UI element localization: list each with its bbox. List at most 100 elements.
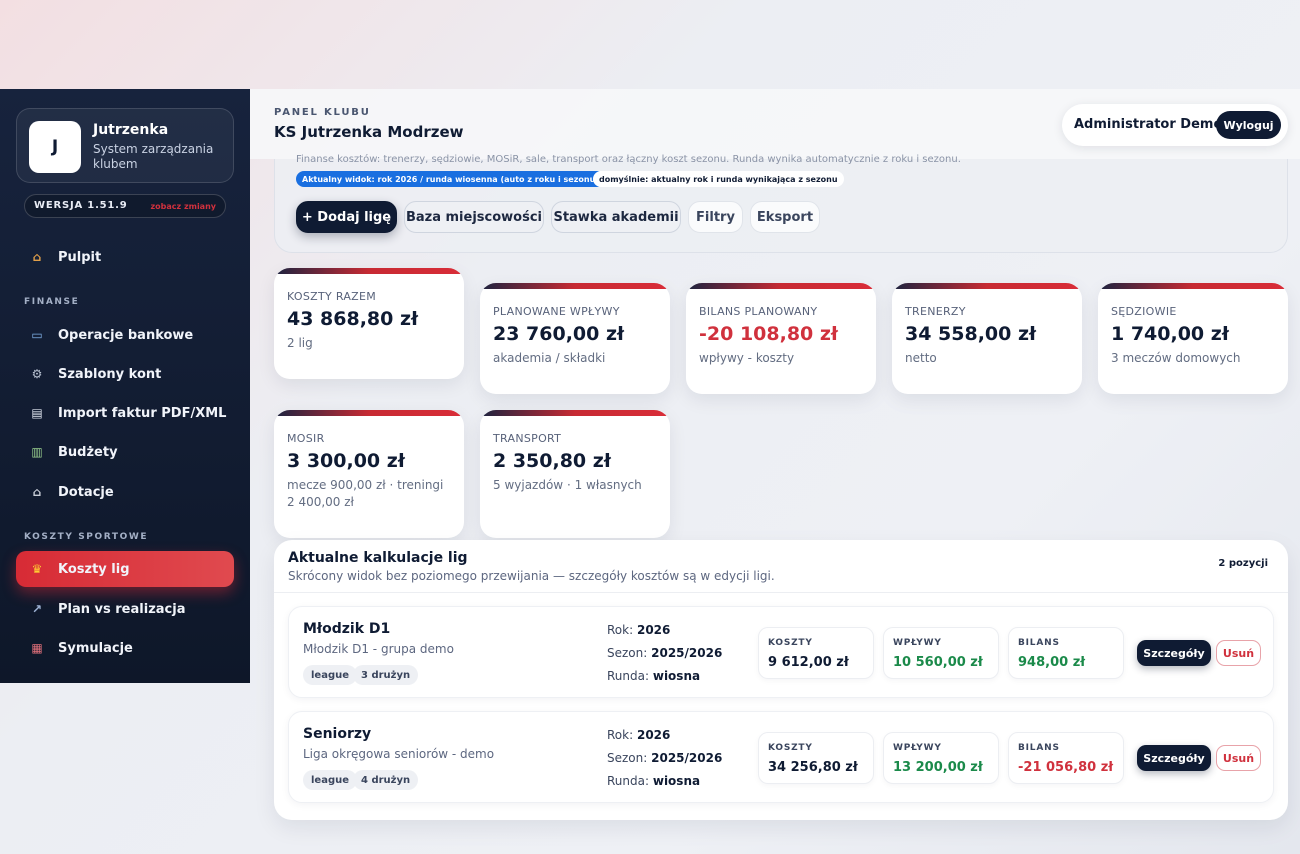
remove-button[interactable]: Usuń bbox=[1216, 640, 1261, 666]
brand-subtitle: System zarządzania klubem bbox=[93, 142, 214, 171]
income-stat: WPŁYWY 13 200,00 zł bbox=[883, 732, 999, 784]
stat-value: 34 256,80 zł bbox=[768, 760, 858, 775]
kpi-sub: netto bbox=[905, 351, 937, 365]
kpi-label: MOSIR bbox=[287, 432, 325, 445]
sidebar-item-label: Dotacje bbox=[58, 484, 114, 500]
kpi-label: BILANS PLANOWANY bbox=[699, 305, 818, 318]
user-pill: Administrator Demo Wyloguj bbox=[1062, 104, 1288, 146]
balance-stat: BILANS -21 056,80 zł bbox=[1008, 732, 1124, 784]
season-field: Sezon: 2025/2026 bbox=[607, 751, 722, 765]
kpi-value: 43 868,80 zł bbox=[287, 308, 419, 330]
page-title: KS Jutrzenka Modrzew bbox=[274, 123, 464, 141]
round-field: Runda: wiosna bbox=[607, 774, 700, 788]
sidebar-item-pulpit[interactable]: ⌂ Pulpit bbox=[16, 239, 234, 275]
kpi-sub: 3 meczów domowych bbox=[1111, 351, 1241, 365]
sidebar-item-budzety[interactable]: ▥ Budżety bbox=[16, 434, 234, 470]
venues-button[interactable]: Baza miejscowości bbox=[404, 201, 544, 233]
toolbar-description: Finanse kosztów: trenerzy, sędziowie, MO… bbox=[296, 154, 961, 164]
current-view-chip: Aktualny widok: rok 2026 / runda wiosenn… bbox=[296, 171, 605, 187]
kpi-label: TRENERZY bbox=[905, 305, 966, 318]
kpi-sub: akademia / składki bbox=[493, 351, 606, 365]
stat-label: KOSZTY bbox=[768, 638, 813, 648]
kpi-value: -20 108,80 zł bbox=[699, 323, 838, 345]
trophy-icon: ♛ bbox=[31, 562, 43, 576]
year-field: Rok: 2026 bbox=[607, 728, 670, 742]
export-button[interactable]: Eksport bbox=[750, 201, 820, 233]
header-kicker: PANEL KLUBU bbox=[274, 107, 371, 118]
teams-count-tag: 4 drużyn bbox=[353, 770, 419, 790]
season-label: Sezon: bbox=[607, 646, 648, 660]
balance-stat: BILANS 948,00 zł bbox=[1008, 627, 1124, 679]
remove-button[interactable]: Usuń bbox=[1216, 745, 1261, 771]
costs-stat: KOSZTY 9 612,00 zł bbox=[758, 627, 874, 679]
default-view-chip: domyślnie: aktualny rok i runda wynikają… bbox=[593, 171, 844, 187]
year-field: Rok: 2026 bbox=[607, 623, 670, 637]
sidebar-item-label: Pulpit bbox=[58, 249, 102, 265]
items-count-badge: 2 pozycji bbox=[1218, 558, 1268, 569]
details-button[interactable]: Szczegóły bbox=[1137, 745, 1211, 771]
section-koszty-sportowe: KOSZTY SPORTOWE bbox=[24, 532, 149, 542]
institution-icon: ⌂ bbox=[32, 485, 42, 499]
gear-icon: ⚙ bbox=[31, 367, 43, 381]
add-league-button[interactable]: + Dodaj ligę bbox=[296, 201, 397, 233]
version-label: WERSJA 1.51.9 bbox=[34, 200, 128, 211]
panel-title: Aktualne kalkulacje lig bbox=[288, 550, 468, 566]
kpi-sub: 2 lig bbox=[287, 336, 313, 350]
year-label: Rok: bbox=[607, 728, 634, 742]
year-value: 2026 bbox=[636, 728, 671, 742]
sidebar-item-operacje-bankowe[interactable]: ▭ Operacje bankowe bbox=[16, 317, 234, 353]
top-header: PANEL KLUBU KS Jutrzenka Modrzew Adminis… bbox=[250, 89, 1300, 159]
league-name: Młodzik D1 bbox=[303, 621, 391, 637]
league-row: Młodzik D1 Młodzik D1 - grupa demo leagu… bbox=[288, 606, 1274, 698]
stat-label: KOSZTY bbox=[768, 743, 813, 753]
academy-rate-button[interactable]: Stawka akademii bbox=[551, 201, 681, 233]
sidebar-item-koszty-lig[interactable]: ♛ Koszty lig bbox=[16, 551, 234, 587]
kpi-sub: mecze 900,00 zł · treningi 2 400,00 zł bbox=[287, 478, 444, 509]
sidebar-item-dotacje[interactable]: ⌂ Dotacje bbox=[16, 474, 234, 510]
stat-value: 9 612,00 zł bbox=[768, 655, 849, 670]
changelog-link[interactable]: zobacz zmiany bbox=[150, 202, 216, 211]
round-value: wiosna bbox=[652, 669, 701, 683]
kpi-card-total-costs: KOSZTY RAZEM 43 868,80 zł 2 lig bbox=[274, 268, 464, 379]
sidebar-item-szablony-kont[interactable]: ⚙ Szablony kont bbox=[16, 356, 234, 392]
kpi-card-planned-balance: BILANS PLANOWANY -20 108,80 zł wpływy - … bbox=[686, 283, 876, 394]
sidebar-item-label: Import faktur PDF/XML bbox=[58, 405, 227, 421]
round-value: wiosna bbox=[652, 774, 701, 788]
home-icon: ⌂ bbox=[32, 250, 42, 264]
filters-button[interactable]: Filtry bbox=[688, 201, 743, 233]
stat-label: WPŁYWY bbox=[893, 743, 942, 753]
stat-label: BILANS bbox=[1018, 638, 1060, 648]
league-description: Młodzik D1 - grupa demo bbox=[303, 642, 454, 656]
logout-button[interactable]: Wyloguj bbox=[1216, 111, 1281, 139]
toolbar-panel: Finanse kosztów: trenerzy, sędziowie, MO… bbox=[274, 154, 1288, 253]
kpi-card-referees: SĘDZIOWIE 1 740,00 zł 3 meczów domowych bbox=[1098, 283, 1288, 394]
sidebar-item-import-faktur[interactable]: ▤ Import faktur PDF/XML bbox=[16, 395, 234, 431]
brand-name: Jutrzenka bbox=[93, 122, 169, 138]
season-value: 2025/2026 bbox=[651, 646, 723, 660]
kpi-card-coaches: TRENERZY 34 558,00 zł netto bbox=[892, 283, 1082, 394]
panel-subtitle: Skrócony widok bez poziomego przewijania… bbox=[288, 569, 775, 583]
kpi-sub: wpływy - koszty bbox=[699, 351, 795, 365]
brand-card: J Jutrzenka System zarządzania klubem bbox=[16, 108, 234, 183]
line-chart-icon: ↗ bbox=[31, 602, 43, 616]
season-field: Sezon: 2025/2026 bbox=[607, 646, 722, 660]
kpi-value: 23 760,00 zł bbox=[493, 323, 625, 345]
kpi-label: SĘDZIOWIE bbox=[1111, 305, 1177, 318]
season-label: Sezon: bbox=[607, 751, 648, 765]
kpi-label: TRANSPORT bbox=[493, 432, 562, 445]
kpi-label: PLANOWANE WPŁYWY bbox=[493, 305, 620, 318]
sidebar-item-label: Plan vs realizacja bbox=[58, 601, 186, 617]
calculator-icon: ▦ bbox=[31, 641, 43, 655]
sidebar-item-label: Koszty lig bbox=[58, 561, 130, 577]
league-description: Liga okręgowa seniorów - demo bbox=[303, 747, 495, 761]
bar-chart-icon: ▥ bbox=[31, 445, 43, 459]
kpi-value: 1 740,00 zł bbox=[1111, 323, 1229, 345]
version-badge: WERSJA 1.51.9 zobacz zmiany bbox=[24, 194, 226, 218]
details-button[interactable]: Szczegóły bbox=[1137, 640, 1211, 666]
sidebar-item-symulacje[interactable]: ▦ Symulacje bbox=[16, 630, 234, 666]
season-value: 2025/2026 bbox=[651, 751, 723, 765]
sidebar-item-label: Symulacje bbox=[58, 640, 133, 656]
sidebar-item-plan-vs-realizacja[interactable]: ↗ Plan vs realizacja bbox=[16, 591, 234, 627]
league-type-tag: league bbox=[303, 665, 358, 685]
kpi-card-planned-income: PLANOWANE WPŁYWY 23 760,00 zł akademia /… bbox=[480, 283, 670, 394]
